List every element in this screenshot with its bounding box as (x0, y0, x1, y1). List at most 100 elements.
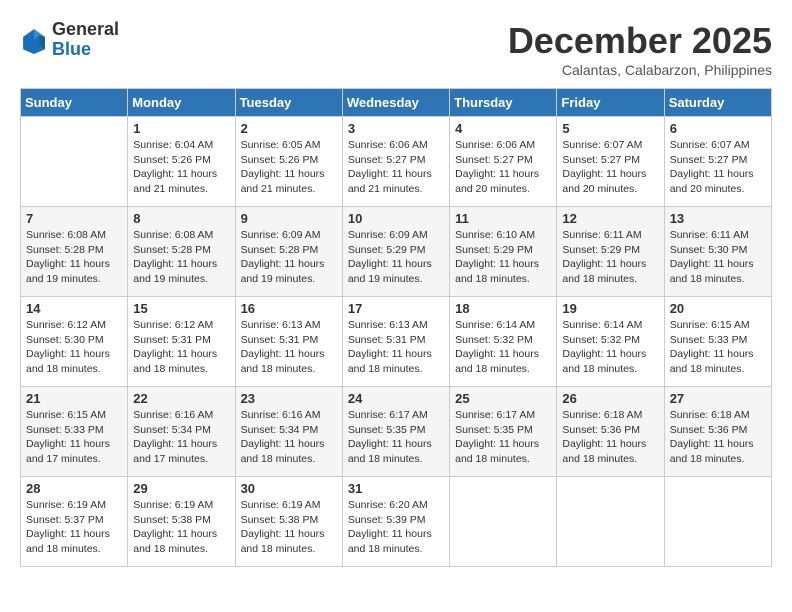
day-info: Sunrise: 6:14 AMSunset: 5:32 PMDaylight:… (455, 318, 551, 377)
day-info: Sunrise: 6:09 AMSunset: 5:29 PMDaylight:… (348, 228, 444, 287)
calendar-cell: 27Sunrise: 6:18 AMSunset: 5:36 PMDayligh… (664, 387, 771, 477)
day-number: 12 (562, 211, 658, 226)
day-number: 9 (241, 211, 337, 226)
calendar-cell: 8 Sunrise: 6:08 AMSunset: 5:28 PMDaylight… (128, 207, 235, 297)
day-number: 21 (26, 391, 122, 406)
day-number: 22 (133, 391, 229, 406)
day-info: Sunrise: 6:08 AMSunset: 5:28 PMDaylight:… (133, 228, 229, 287)
logo-text: General Blue (52, 20, 119, 60)
day-info: Sunrise: 6:04 AMSunset: 5:26 PMDaylight:… (133, 138, 229, 197)
day-info: Sunrise: 6:18 AMSunset: 5:36 PMDaylight:… (670, 408, 766, 467)
month-title: December 2025 (508, 20, 772, 62)
calendar-cell: 21Sunrise: 6:15 AMSunset: 5:33 PMDayligh… (21, 387, 128, 477)
column-header-wednesday: Wednesday (342, 89, 449, 117)
day-info: Sunrise: 6:19 AMSunset: 5:37 PMDaylight:… (26, 498, 122, 557)
day-info: Sunrise: 6:07 AMSunset: 5:27 PMDaylight:… (670, 138, 766, 197)
day-number: 6 (670, 121, 766, 136)
logo: General Blue (20, 20, 119, 60)
page-header: General Blue December 2025 Calantas, Cal… (20, 20, 772, 78)
title-block: December 2025 Calantas, Calabarzon, Phil… (508, 20, 772, 78)
day-info: Sunrise: 6:06 AMSunset: 5:27 PMDaylight:… (455, 138, 551, 197)
calendar-cell: 30 Sunrise: 6:19 AMSunset: 5:38 PMDayligh… (235, 477, 342, 567)
day-info: Sunrise: 6:09 AMSunset: 5:28 PMDaylight:… (241, 228, 337, 287)
calendar-week-5: 28 Sunrise: 6:19 AMSunset: 5:37 PMDayligh… (21, 477, 772, 567)
calendar-body: 1 Sunrise: 6:04 AMSunset: 5:26 PMDaylight… (21, 117, 772, 567)
day-info: Sunrise: 6:16 AMSunset: 5:34 PMDaylight:… (241, 408, 337, 467)
column-header-friday: Friday (557, 89, 664, 117)
day-number: 26 (562, 391, 658, 406)
calendar-cell: 5 Sunrise: 6:07 AMSunset: 5:27 PMDaylight… (557, 117, 664, 207)
day-number: 16 (241, 301, 337, 316)
calendar-cell (557, 477, 664, 567)
calendar-cell: 4Sunrise: 6:06 AMSunset: 5:27 PMDaylight… (450, 117, 557, 207)
day-number: 24 (348, 391, 444, 406)
day-number: 7 (26, 211, 122, 226)
location: Calantas, Calabarzon, Philippines (508, 62, 772, 78)
day-number: 30 (241, 481, 337, 496)
day-info: Sunrise: 6:19 AMSunset: 5:38 PMDaylight:… (241, 498, 337, 557)
day-number: 28 (26, 481, 122, 496)
calendar-header: SundayMondayTuesdayWednesdayThursdayFrid… (21, 89, 772, 117)
day-info: Sunrise: 6:12 AMSunset: 5:30 PMDaylight:… (26, 318, 122, 377)
day-number: 20 (670, 301, 766, 316)
day-info: Sunrise: 6:10 AMSunset: 5:29 PMDaylight:… (455, 228, 551, 287)
day-number: 8 (133, 211, 229, 226)
calendar-cell: 3Sunrise: 6:06 AMSunset: 5:27 PMDaylight… (342, 117, 449, 207)
day-number: 13 (670, 211, 766, 226)
day-number: 5 (562, 121, 658, 136)
calendar-cell: 17Sunrise: 6:13 AMSunset: 5:31 PMDayligh… (342, 297, 449, 387)
calendar-cell: 20 Sunrise: 6:15 AMSunset: 5:33 PMDayligh… (664, 297, 771, 387)
calendar-cell: 25 Sunrise: 6:17 AMSunset: 5:35 PMDayligh… (450, 387, 557, 477)
day-info: Sunrise: 6:14 AMSunset: 5:32 PMDaylight:… (562, 318, 658, 377)
day-info: Sunrise: 6:12 AMSunset: 5:31 PMDaylight:… (133, 318, 229, 377)
logo-icon (20, 26, 48, 54)
calendar-cell (664, 477, 771, 567)
day-number: 10 (348, 211, 444, 226)
day-info: Sunrise: 6:20 AMSunset: 5:39 PMDaylight:… (348, 498, 444, 557)
calendar-cell: 9 Sunrise: 6:09 AMSunset: 5:28 PMDaylight… (235, 207, 342, 297)
calendar-table: SundayMondayTuesdayWednesdayThursdayFrid… (20, 88, 772, 567)
calendar-cell: 11 Sunrise: 6:10 AMSunset: 5:29 PMDayligh… (450, 207, 557, 297)
day-number: 18 (455, 301, 551, 316)
calendar-cell: 10 Sunrise: 6:09 AMSunset: 5:29 PMDayligh… (342, 207, 449, 297)
calendar-cell: 29 Sunrise: 6:19 AMSunset: 5:38 PMDayligh… (128, 477, 235, 567)
day-number: 2 (241, 121, 337, 136)
calendar-cell: 14Sunrise: 6:12 AMSunset: 5:30 PMDayligh… (21, 297, 128, 387)
day-info: Sunrise: 6:07 AMSunset: 5:27 PMDaylight:… (562, 138, 658, 197)
calendar-cell: 26 Sunrise: 6:18 AMSunset: 5:36 PMDayligh… (557, 387, 664, 477)
calendar-cell: 15 Sunrise: 6:12 AMSunset: 5:31 PMDayligh… (128, 297, 235, 387)
calendar-week-1: 1 Sunrise: 6:04 AMSunset: 5:26 PMDaylight… (21, 117, 772, 207)
day-number: 1 (133, 121, 229, 136)
calendar-cell: 31Sunrise: 6:20 AMSunset: 5:39 PMDayligh… (342, 477, 449, 567)
calendar-week-4: 21Sunrise: 6:15 AMSunset: 5:33 PMDayligh… (21, 387, 772, 477)
calendar-cell: 18 Sunrise: 6:14 AMSunset: 5:32 PMDayligh… (450, 297, 557, 387)
calendar-week-3: 14Sunrise: 6:12 AMSunset: 5:30 PMDayligh… (21, 297, 772, 387)
day-number: 3 (348, 121, 444, 136)
day-number: 11 (455, 211, 551, 226)
calendar-cell: 28 Sunrise: 6:19 AMSunset: 5:37 PMDayligh… (21, 477, 128, 567)
calendar-cell: 12Sunrise: 6:11 AMSunset: 5:29 PMDayligh… (557, 207, 664, 297)
day-info: Sunrise: 6:13 AMSunset: 5:31 PMDaylight:… (241, 318, 337, 377)
calendar-cell: 22Sunrise: 6:16 AMSunset: 5:34 PMDayligh… (128, 387, 235, 477)
calendar-cell (450, 477, 557, 567)
column-header-monday: Monday (128, 89, 235, 117)
day-info: Sunrise: 6:11 AMSunset: 5:30 PMDaylight:… (670, 228, 766, 287)
day-info: Sunrise: 6:08 AMSunset: 5:28 PMDaylight:… (26, 228, 122, 287)
header-row: SundayMondayTuesdayWednesdayThursdayFrid… (21, 89, 772, 117)
day-info: Sunrise: 6:05 AMSunset: 5:26 PMDaylight:… (241, 138, 337, 197)
day-info: Sunrise: 6:19 AMSunset: 5:38 PMDaylight:… (133, 498, 229, 557)
day-info: Sunrise: 6:15 AMSunset: 5:33 PMDaylight:… (670, 318, 766, 377)
day-number: 17 (348, 301, 444, 316)
calendar-cell: 1 Sunrise: 6:04 AMSunset: 5:26 PMDaylight… (128, 117, 235, 207)
day-number: 19 (562, 301, 658, 316)
day-info: Sunrise: 6:18 AMSunset: 5:36 PMDaylight:… (562, 408, 658, 467)
day-number: 15 (133, 301, 229, 316)
day-info: Sunrise: 6:17 AMSunset: 5:35 PMDaylight:… (455, 408, 551, 467)
calendar-cell: 23 Sunrise: 6:16 AMSunset: 5:34 PMDayligh… (235, 387, 342, 477)
calendar-cell: 16 Sunrise: 6:13 AMSunset: 5:31 PMDayligh… (235, 297, 342, 387)
calendar-cell: 2 Sunrise: 6:05 AMSunset: 5:26 PMDaylight… (235, 117, 342, 207)
day-number: 25 (455, 391, 551, 406)
day-number: 29 (133, 481, 229, 496)
column-header-saturday: Saturday (664, 89, 771, 117)
day-number: 23 (241, 391, 337, 406)
